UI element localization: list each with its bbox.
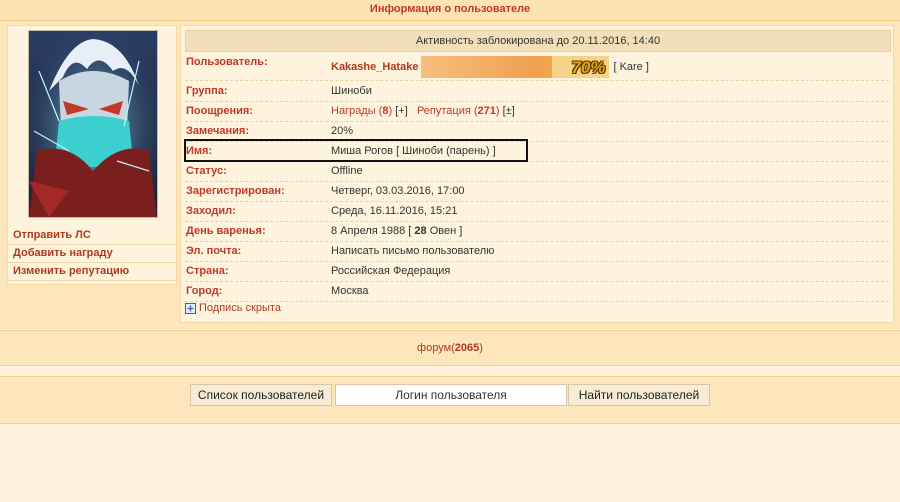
username-link[interactable]: Kakashe_Hatake [331,61,418,73]
city-label: Город: [186,285,223,297]
user-label: Пользователь: [186,56,268,68]
user-value: Kakashe_Hatake 70% [ Kare ] [331,56,649,79]
rank-title: [ Kare ] [613,61,649,73]
status-value: Offline [331,165,363,177]
profile-area: Отправить ЛС Добавить награду Изменить р… [0,21,900,329]
bottom-strip [0,411,900,424]
row-visited: Заходил: Среда, 16.11.2016, 15:21 [185,202,889,222]
forum-posts: форум(2065) [0,330,900,366]
name-value: Миша Рогов [ Шиноби (парень) ] [331,145,496,157]
expand-icon [185,302,196,314]
forum-link[interactable]: форум(2065) [417,342,483,354]
status-label: Статус: [186,165,227,177]
user-search-bar: Список пользователей Логин пользователя … [0,376,900,411]
send-pm-link[interactable]: Отправить ЛС [8,227,176,245]
city-value: Москва [331,285,369,297]
row-city: Город: Москва [185,282,889,302]
left-sidebar: Отправить ЛС Добавить награду Изменить р… [7,25,177,285]
row-email: Эл. почта: Написать письмо пользователю [185,242,889,262]
visited-label: Заходил: [186,205,236,217]
signature-label: Подпись скрыта [199,302,281,314]
registered-label: Зарегистрирован: [186,185,285,197]
rewards-link[interactable]: Награды (8) [331,105,392,117]
blocked-notice: Активность заблокирована до 20.11.2016, … [185,30,891,52]
name-label: Имя: [186,145,213,157]
avatar [28,30,158,218]
email-link[interactable]: Написать письмо пользователю [331,242,494,261]
rewards-label: Поощрения: [186,105,253,117]
reputation-link[interactable]: Репутация (271) [417,105,500,117]
user-actions: Отправить ЛС Добавить награду Изменить р… [8,227,176,281]
row-registered: Зарегистрирован: Четверг, 03.03.2016, 17… [185,182,889,202]
row-country: Страна: Российская Федерация [185,262,889,282]
row-name: Имя: Миша Рогов [ Шиноби (парень) ] [184,139,889,162]
row-warnings: Замечания: 20% [185,122,889,142]
warnings-value[interactable]: 20% [331,122,353,141]
avatar-image [29,31,157,217]
rank-percent: 70% [571,58,606,78]
country-label: Страна: [186,265,229,277]
signature-toggle[interactable]: Подпись скрыта [185,302,281,314]
row-user: Пользователь: Kakashe_Hatake 70% [ Kare ] [185,54,889,81]
row-rewards: Поощрения: Награды (8) [+] Репутация (27… [185,102,889,122]
row-status: Статус: Offline [185,162,889,182]
visited-value: Среда, 16.11.2016, 15:21 [331,205,458,217]
page-header: Информация о пользователе [0,0,900,21]
login-input[interactable]: Логин пользователя [335,384,567,406]
country-value: Российская Федерация [331,265,451,277]
registered-value: Четверг, 03.03.2016, 17:00 [331,185,465,197]
group-value: Шиноби [331,85,372,97]
row-birthday: День варенья: 8 Апреля 1988 [ 28 Овен ] [185,222,889,242]
profile-details: Активность заблокирована до 20.11.2016, … [180,25,894,323]
email-label: Эл. почта: [186,245,242,257]
birthday-label: День варенья: [186,225,266,237]
find-users-button[interactable]: Найти пользователей [568,384,710,406]
row-group: Группа: Шиноби [185,82,889,102]
birthday-value: 8 Апреля 1988 [ 28 Овен ] [331,225,463,237]
change-reputation-button[interactable]: [±] [503,105,515,117]
add-reward-button[interactable]: [+] [395,105,408,117]
change-reputation-link[interactable]: Изменить репутацию [8,263,176,281]
group-label: Группа: [186,85,228,97]
rank-bar: 70% [421,56,610,79]
warnings-label: Замечания: [186,125,249,137]
rewards-value: Награды (8) [+] Репутация (271) [±] [331,102,515,121]
user-list-button[interactable]: Список пользователей [190,384,332,406]
add-reward-link[interactable]: Добавить награду [8,245,176,263]
